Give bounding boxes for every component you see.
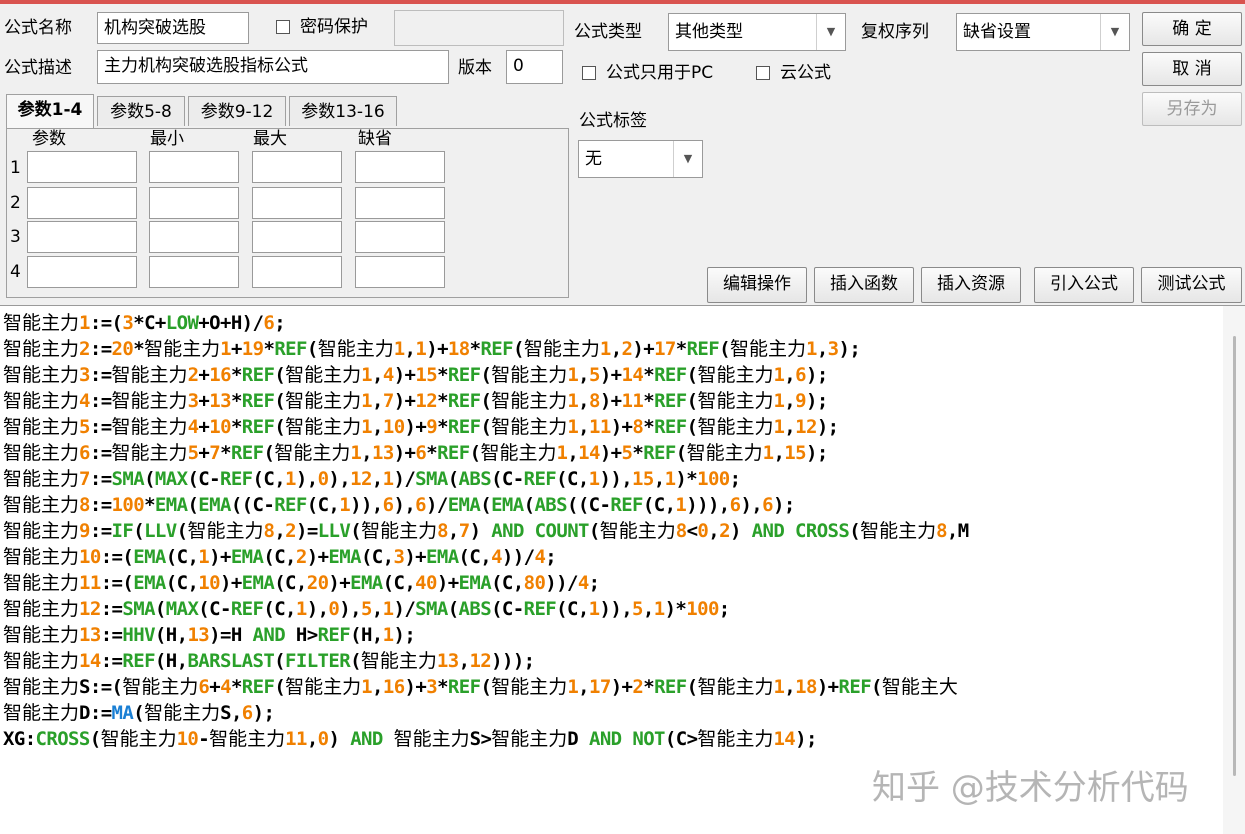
param-1-default-input[interactable]: [355, 151, 445, 183]
formula-tag-value: 无: [585, 149, 602, 169]
tab-params-1-4[interactable]: 参数1-4: [6, 94, 94, 128]
password-protect-checkbox[interactable]: [276, 20, 290, 34]
code-line: 智能主力12:=SMA(MAX(C-REF(C,1),0),5,1)/SMA(A…: [3, 598, 730, 620]
param-3-max-input[interactable]: [252, 221, 342, 253]
cloud-formula-label: 云公式: [780, 63, 831, 83]
tab-params-5-8[interactable]: 参数5-8: [97, 96, 185, 126]
chevron-down-icon[interactable]: ▼: [1100, 14, 1129, 50]
code-line: 智能主力14:=REF(H,BARSLAST(FILTER(智能主力13,12)…: [3, 650, 535, 672]
ok-button[interactable]: 确 定: [1142, 12, 1242, 46]
formula-name-input[interactable]: 机构突破选股: [97, 12, 249, 44]
window-top-accent: [0, 0, 1245, 4]
tab-params-9-12[interactable]: 参数9-12: [188, 96, 286, 126]
code-line: 智能主力5:=智能主力4+10*REF(智能主力1,10)+9*REF(智能主力…: [3, 416, 839, 438]
code-text[interactable]: 智能主力1:=(3*C+LOW+O+H)/6; 智能主力2:=20*智能主力1+1…: [3, 310, 969, 752]
code-line: 智能主力9:=IF(LLV(智能主力8,2)=LLV(智能主力8,7) AND …: [3, 520, 969, 542]
param-1-max-input[interactable]: [252, 151, 342, 183]
code-line: 智能主力1:=(3*C+LOW+O+H)/6;: [3, 312, 286, 334]
adjust-series-select[interactable]: 缺省设置 ▼: [956, 13, 1130, 51]
formula-name-label: 公式名称: [4, 18, 72, 38]
code-line: 智能主力4:=智能主力3+13*REF(智能主力1,7)+12*REF(智能主力…: [3, 390, 828, 412]
param-col-min: 最小: [150, 129, 184, 149]
import-formula-button[interactable]: 引入公式: [1034, 267, 1134, 303]
param-2-default-input[interactable]: [355, 187, 445, 219]
param-2-min-input[interactable]: [149, 187, 239, 219]
password-input[interactable]: [394, 10, 564, 46]
param-row-number: 1: [10, 158, 21, 178]
scrollbar-thumb[interactable]: [1233, 336, 1236, 776]
pc-only-checkbox[interactable]: [582, 66, 596, 80]
password-protect-label: 密码保护: [300, 17, 368, 37]
param-row-number: 2: [10, 193, 21, 213]
chevron-down-icon[interactable]: ▼: [816, 14, 845, 50]
test-formula-button[interactable]: 测试公式: [1141, 267, 1242, 303]
code-line: 智能主力3:=智能主力2+16*REF(智能主力1,4)+15*REF(智能主力…: [3, 364, 828, 386]
param-row-number: 4: [10, 262, 21, 282]
watermark: 知乎 @技术分析代码: [872, 768, 1189, 808]
code-line: 智能主力11:=(EMA(C,10)+EMA(C,20)+EMA(C,40)+E…: [3, 572, 600, 594]
code-line: XG:CROSS(智能主力10-智能主力11,0) AND 智能主力S>智能主力…: [3, 728, 817, 750]
cloud-formula-checkbox[interactable]: [756, 66, 770, 80]
adjust-series-value: 缺省设置: [963, 22, 1031, 42]
chevron-down-icon[interactable]: ▼: [673, 141, 702, 177]
param-3-min-input[interactable]: [149, 221, 239, 253]
param-col-default: 缺省: [358, 129, 392, 149]
code-line: 智能主力D:=MA(智能主力S,6);: [3, 702, 275, 724]
adjust-series-label: 复权序列: [861, 22, 929, 42]
edit-ops-button[interactable]: 编辑操作: [707, 267, 807, 303]
param-2-name-input[interactable]: [27, 187, 137, 219]
code-line: 智能主力S:=(智能主力6+4*REF(智能主力1,16)+3*REF(智能主力…: [3, 676, 958, 698]
param-3-default-input[interactable]: [355, 221, 445, 253]
cancel-button[interactable]: 取 消: [1142, 52, 1242, 86]
formula-desc-input[interactable]: 主力机构突破选股指标公式: [97, 50, 449, 84]
insert-function-button[interactable]: 插入函数: [814, 267, 914, 303]
param-row-number: 3: [10, 227, 21, 247]
formula-desc-label: 公式描述: [4, 58, 72, 78]
code-line: 智能主力6:=智能主力5+7*REF(智能主力1,13)+6*REF(智能主力1…: [3, 442, 828, 464]
save-as-button[interactable]: 另存为: [1142, 92, 1242, 126]
param-2-max-input[interactable]: [252, 187, 342, 219]
param-4-max-input[interactable]: [252, 256, 342, 288]
code-line: 智能主力8:=100*EMA(EMA((C-REF(C,1)),6),6)/EM…: [3, 494, 795, 516]
code-line: 智能主力10:=(EMA(C,1)+EMA(C,2)+EMA(C,3)+EMA(…: [3, 546, 557, 568]
code-line: 智能主力7:=SMA(MAX(C-REF(C,1),0),12,1)/SMA(A…: [3, 468, 741, 490]
param-col-name: 参数: [32, 129, 66, 149]
formula-tag-select[interactable]: 无 ▼: [578, 140, 703, 178]
formula-tag-label: 公式标签: [579, 111, 647, 131]
param-col-max: 最大: [253, 129, 287, 149]
param-4-default-input[interactable]: [355, 256, 445, 288]
param-3-name-input[interactable]: [27, 221, 137, 253]
param-4-min-input[interactable]: [149, 256, 239, 288]
code-line: 智能主力13:=HHV(H,13)=H AND H>REF(H,1);: [3, 624, 416, 646]
version-input[interactable]: 0: [506, 50, 563, 84]
tab-params-13-16[interactable]: 参数13-16: [289, 96, 397, 126]
param-4-name-input[interactable]: [27, 256, 137, 288]
formula-code-editor[interactable]: 智能主力1:=(3*C+LOW+O+H)/6; 智能主力2:=20*智能主力1+1…: [0, 305, 1245, 834]
insert-resource-button[interactable]: 插入资源: [921, 267, 1021, 303]
vertical-scrollbar[interactable]: [1223, 306, 1245, 834]
version-label: 版本: [458, 58, 492, 78]
code-line: 智能主力2:=20*智能主力1+19*REF(智能主力1,1)+18*REF(智…: [3, 338, 861, 360]
param-1-name-input[interactable]: [27, 151, 137, 183]
formula-type-select[interactable]: 其他类型 ▼: [668, 13, 846, 51]
param-1-min-input[interactable]: [149, 151, 239, 183]
formula-type-value: 其他类型: [675, 22, 743, 42]
pc-only-label: 公式只用于PC: [606, 63, 714, 83]
formula-type-label: 公式类型: [574, 22, 642, 42]
